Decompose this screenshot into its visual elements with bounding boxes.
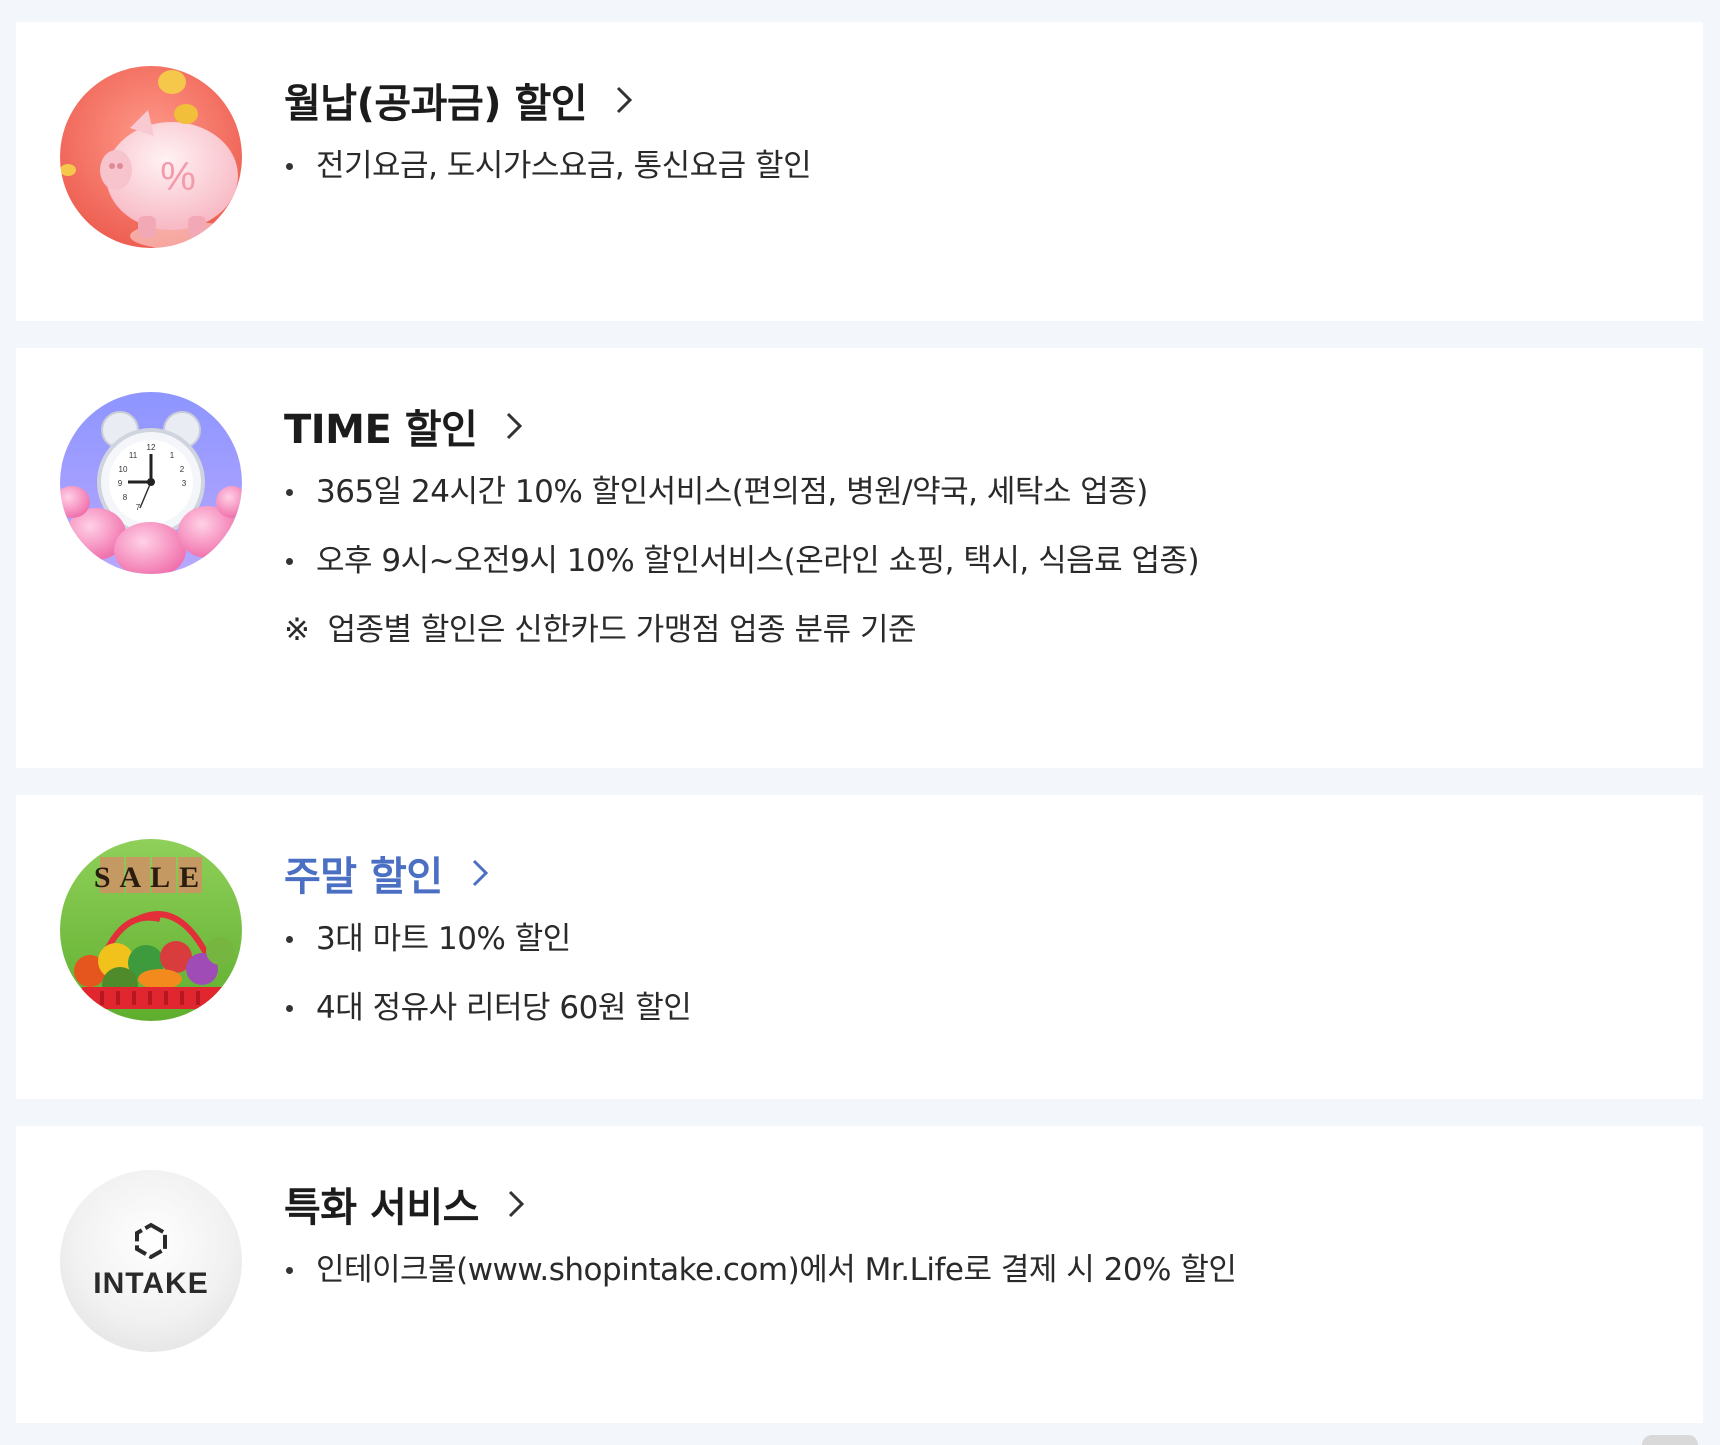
bullet-dot-icon [286,489,293,496]
benefit-item: 인테이크몰(www.shopintake.com)에서 Mr.Life로 결제 … [284,1250,1663,1290]
intake-logo: INTAKE [60,1170,242,1352]
benefit-card-weekend: SALE 주말 할인 3대 마트 10% 할인 4대 정유사 리터당 60원 할… [16,795,1703,1099]
svg-text:10: 10 [119,465,128,474]
svg-text:8: 8 [123,493,128,502]
section-title: 특화 서비스 [284,1185,479,1231]
benefit-item: 3대 마트 10% 할인 [284,919,1663,959]
svg-text:11: 11 [129,451,138,460]
chevron-right-icon [499,406,529,446]
bullet-dot-icon [286,163,293,170]
svg-text:9: 9 [118,479,123,488]
reference-mark: ※ [284,612,310,648]
hexagon-icon [135,1222,167,1260]
chevron-right-icon [501,1184,531,1224]
section-title-link[interactable]: 주말 할인 [284,845,1663,901]
svg-text:%: % [160,155,196,199]
bullet-dot-icon [286,1005,293,1012]
benefit-card-special: INTAKE 특화 서비스 인테이크몰(www.shopintake.com)에… [16,1126,1703,1423]
benefit-list: 3대 마트 10% 할인 4대 정유사 리터당 60원 할인 [284,919,1663,1028]
piggy-bank-percent-icon: % [60,66,242,248]
scroll-to-top-button[interactable] [1642,1435,1698,1445]
benefit-item: 전기요금, 도시가스요금, 통신요금 할인 [284,146,1663,186]
bullet-dot-icon [286,1267,293,1274]
section-title-link[interactable]: 월납(공과금) 할인 [284,72,1663,128]
chevron-right-icon [609,80,639,120]
benefit-item: 365일 24시간 10% 할인서비스(편의점, 병원/약국, 세탁소 업종) [284,472,1663,512]
bullet-dot-icon [286,558,293,565]
bullet-dot-icon [286,936,293,943]
svg-text:2: 2 [180,465,185,474]
section-title: 월납(공과금) 할인 [284,81,588,127]
svg-text:1: 1 [170,451,175,460]
logo-text: INTAKE [93,1267,209,1300]
chevron-right-icon [465,853,495,893]
alarm-clock-icon: 12 1 2 3 9 10 11 8 7 [60,392,242,574]
benefit-list: 365일 24시간 10% 할인서비스(편의점, 병원/약국, 세탁소 업종) … [284,472,1663,581]
benefit-note: ※ 업종별 할인은 신한카드 가맹점 업종 분류 기준 [284,610,1663,650]
section-title-link[interactable]: 특화 서비스 [284,1176,1663,1232]
note-text: 업종별 할인은 신한카드 가맹점 업종 분류 기준 [327,612,916,648]
sale-basket-icon: SALE [60,839,242,1021]
section-title-link[interactable]: TIME 할인 [284,398,1663,454]
intake-logo-icon: INTAKE [60,1170,242,1352]
sale-sign-text: SALE [94,861,208,894]
benefit-list: 전기요금, 도시가스요금, 통신요금 할인 [284,146,1663,186]
section-title: TIME 할인 [284,407,478,453]
benefit-item: 오후 9시~오전9시 10% 할인서비스(온라인 쇼핑, 택시, 식음료 업종) [284,541,1663,581]
benefit-card-utility: % 월납(공과금) 할인 전기요금, 도시가스요금, 통신요금 할인 [16,22,1703,321]
section-title: 주말 할인 [284,854,443,900]
svg-text:3: 3 [182,479,187,488]
benefit-item: 4대 정유사 리터당 60원 할인 [284,988,1663,1028]
svg-text:12: 12 [147,443,156,452]
benefit-list: 인테이크몰(www.shopintake.com)에서 Mr.Life로 결제 … [284,1250,1663,1290]
benefit-card-time: 12 1 2 3 9 10 11 8 7 TIME 할인 365일 24시간 10% 할인서… [16,348,1703,768]
